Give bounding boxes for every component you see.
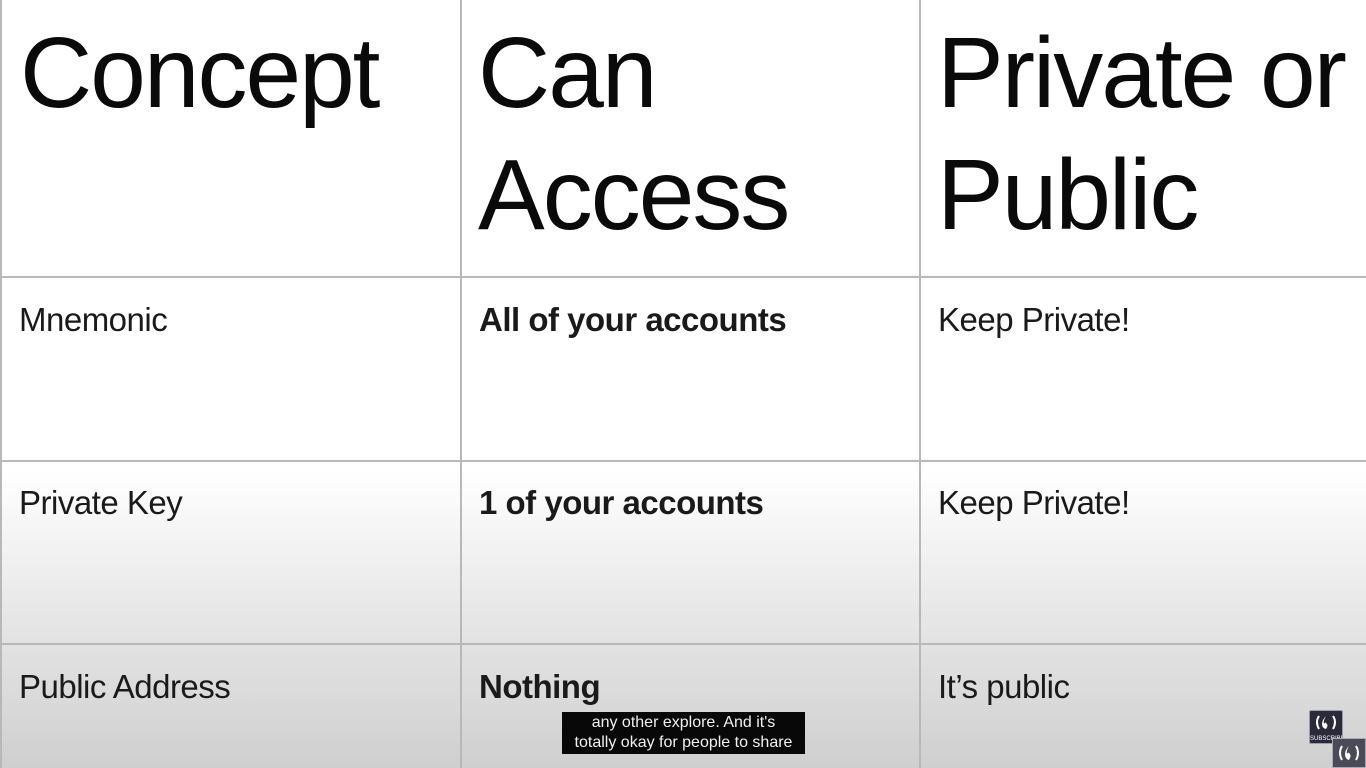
table-cell-concept: Public Address — [19, 668, 231, 705]
freecodecamp-flame-icon — [1339, 745, 1359, 761]
table-cell-access: All of your accounts — [479, 301, 787, 338]
slide-table: Concept Can Access Private or Public Mne… — [0, 0, 1366, 768]
row-divider — [0, 643, 1366, 645]
table-cell-access: 1 of your accounts — [479, 484, 764, 521]
column-divider — [460, 0, 462, 768]
table-border-left — [0, 0, 2, 768]
table-cell-access: Nothing — [479, 668, 601, 705]
table-cell-visibility: Keep Private! — [938, 484, 1130, 521]
table-cell-visibility: It’s public — [938, 668, 1070, 705]
table-cell-concept: Mnemonic — [19, 301, 168, 338]
caption-line: totally okay for people to share — [574, 734, 793, 751]
table-cell-concept: Private Key — [19, 484, 183, 521]
row-divider — [0, 460, 1366, 462]
header-can-access: Can Access — [478, 17, 790, 251]
video-caption: any other explore. And it's totally okay… — [562, 712, 805, 754]
table-cell-visibility: Keep Private! — [938, 301, 1130, 338]
caption-line: any other explore. And it's — [591, 714, 776, 731]
header-concept: Concept — [20, 17, 380, 129]
column-divider — [919, 0, 921, 768]
video-frame: Concept Can Access Private or Public Mne… — [0, 0, 1366, 768]
channel-watermark[interactable] — [1332, 738, 1366, 768]
row-divider — [0, 276, 1366, 278]
freecodecamp-flame-icon — [1316, 715, 1336, 730]
header-private-or-public: Private or Public — [937, 17, 1347, 251]
